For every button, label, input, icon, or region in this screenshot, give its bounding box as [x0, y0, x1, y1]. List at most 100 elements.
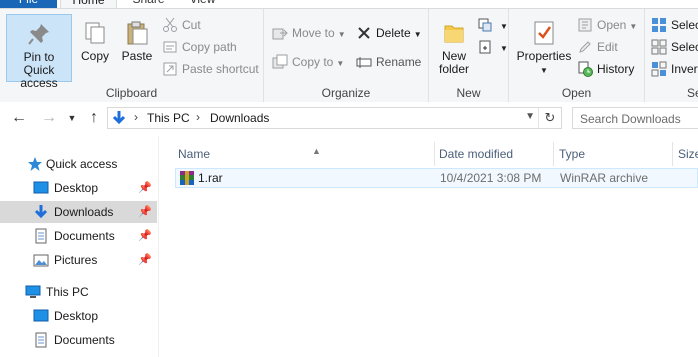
nav-label: Downloads [54, 205, 114, 219]
refresh-icon[interactable]: ↻ [538, 108, 561, 128]
column-header-type[interactable]: Type [554, 142, 673, 166]
breadcrumb-separator-icon[interactable]: › [196, 110, 200, 124]
copy-path-label: Copy path [182, 40, 237, 54]
download-icon [34, 205, 48, 219]
forward-arrow-icon[interactable]: → [41, 110, 57, 126]
rename-button[interactable]: Rename [356, 52, 421, 72]
file-row[interactable]: 1.rar 10/4/2021 3:08 PM WinRAR archive [175, 168, 698, 188]
breadcrumb-downloads[interactable]: Downloads [210, 111, 269, 125]
paste-label: Paste [121, 49, 153, 63]
file-date-modified: 10/4/2021 3:08 PM [440, 171, 542, 185]
paste-shortcut-button[interactable]: Paste shortcut [162, 59, 259, 79]
cut-button[interactable]: Cut [162, 15, 201, 35]
new-group-label: New [456, 86, 481, 100]
back-arrow-icon[interactable]: ← [11, 110, 27, 126]
select-all-label: Selec [671, 18, 698, 32]
column-header-name[interactable]: ▲ Name [173, 142, 435, 166]
rename-label: Rename [376, 55, 422, 69]
cut-label: Cut [182, 18, 201, 32]
select-all-button[interactable]: Selec [651, 15, 698, 35]
navigation-pane: Quick access Desktop 📌 Downloads 📌 Docum… [0, 136, 159, 357]
delete-x-icon [356, 25, 372, 41]
desktop-icon [33, 309, 49, 322]
edit-button[interactable]: Edit [577, 37, 618, 57]
paste-shortcut-icon [162, 61, 178, 77]
select-none-button[interactable]: Selec [651, 37, 698, 57]
new-item-caret-icon: ▼ [500, 22, 508, 31]
copy-path-icon [162, 39, 178, 55]
tab-file[interactable]: File [0, 0, 57, 8]
downloads-location-icon [112, 111, 126, 125]
move-to-label: Move to [292, 26, 335, 40]
nav-item-this-pc[interactable]: This PC [0, 281, 157, 303]
star-icon [28, 157, 42, 171]
paste-button[interactable]: Paste [117, 14, 157, 63]
open-button[interactable]: Open ▼ [577, 15, 637, 35]
properties-icon [534, 21, 554, 45]
invert-selection-button[interactable]: Invert [651, 59, 698, 79]
column-header-label: Size [678, 147, 698, 161]
new-item-button[interactable]: ▼ [477, 15, 508, 35]
edit-label: Edit [597, 40, 618, 54]
nav-label: Desktop [54, 181, 99, 195]
copy-to-button[interactable]: Copy to ▼ [272, 52, 344, 72]
address-bar[interactable]: › This PC › Downloads ▼ ↻ [107, 107, 562, 129]
properties-button[interactable]: Properties ▼ [515, 14, 573, 77]
copy-button[interactable]: Copy [76, 14, 114, 63]
recent-locations-chevron-icon[interactable]: ▼ [64, 110, 80, 126]
nav-item-documents[interactable]: Documents 📌 [0, 225, 157, 247]
open-group: Properties ▼ Open ▼ Edit History Open [509, 9, 645, 102]
select-group: Selec Selec Invert Se [645, 9, 698, 102]
new-folder-label-line1: New [441, 49, 466, 63]
select-none-icon [651, 39, 667, 55]
new-item-icon [477, 17, 493, 33]
nav-item-this-pc-desktop[interactable]: Desktop [0, 305, 157, 327]
column-header-label: Date modified [439, 147, 514, 161]
ribbon: Pin to Quick access Copy Paste Cut Copy … [0, 8, 698, 103]
nav-item-downloads[interactable]: Downloads 📌 [0, 201, 157, 223]
history-button[interactable]: History [577, 59, 634, 79]
nav-item-pictures[interactable]: Pictures 📌 [0, 249, 157, 271]
delete-label: Delete [376, 26, 411, 40]
column-header-date-modified[interactable]: Date modified [434, 142, 554, 166]
tab-share[interactable]: Share [126, 0, 171, 8]
select-none-label: Selec [671, 40, 698, 54]
move-to-button[interactable]: Move to ▼ [272, 23, 346, 43]
copy-path-button[interactable]: Copy path [162, 37, 237, 57]
pinned-icon[interactable]: 📌 [138, 201, 152, 223]
pinned-icon[interactable]: 📌 [138, 249, 152, 271]
edit-icon [577, 39, 593, 55]
easy-access-caret-icon: ▼ [500, 44, 508, 53]
nav-label: Pictures [54, 253, 98, 267]
new-folder-button[interactable]: New folder [433, 14, 475, 76]
column-header-size[interactable]: Size [673, 142, 698, 166]
pin-to-quick-access-button[interactable]: Pin to Quick access [6, 14, 72, 90]
properties-label: Properties [516, 49, 572, 63]
delete-button[interactable]: Delete ▼ [356, 23, 422, 43]
copy-icon [85, 22, 105, 44]
pin-icon [28, 24, 49, 45]
move-to-caret-icon: ▼ [337, 30, 346, 39]
documents-icon [35, 332, 47, 348]
nav-item-desktop[interactable]: Desktop 📌 [0, 177, 157, 199]
nav-label: Documents [54, 229, 115, 243]
file-type: WinRAR archive [560, 171, 649, 185]
breadcrumb-this-pc[interactable]: This PC [147, 111, 190, 125]
breadcrumb-separator-icon[interactable]: › [134, 110, 138, 124]
up-arrow-icon[interactable]: ↑ [86, 110, 102, 126]
tab-view[interactable]: View [180, 0, 225, 8]
pinned-icon[interactable]: 📌 [138, 177, 152, 199]
folder-icon [444, 25, 464, 43]
pinned-icon[interactable]: 📌 [138, 225, 152, 247]
paste-icon [127, 21, 148, 45]
nav-item-quick-access[interactable]: Quick access [0, 153, 157, 175]
nav-item-this-pc-documents[interactable]: Documents [0, 329, 157, 351]
address-dropdown-icon[interactable]: ▼ [525, 111, 535, 122]
clipboard-group: Pin to Quick access Copy Paste Cut Copy … [0, 9, 264, 102]
search-input[interactable]: Search Downloads [572, 107, 698, 129]
search-placeholder: Search Downloads [580, 112, 681, 126]
copy-to-caret-icon: ▼ [336, 59, 345, 68]
clipboard-group-label: Clipboard [105, 86, 158, 100]
properties-caret-icon: ▼ [540, 66, 548, 75]
easy-access-button[interactable]: ▼ [477, 37, 508, 57]
